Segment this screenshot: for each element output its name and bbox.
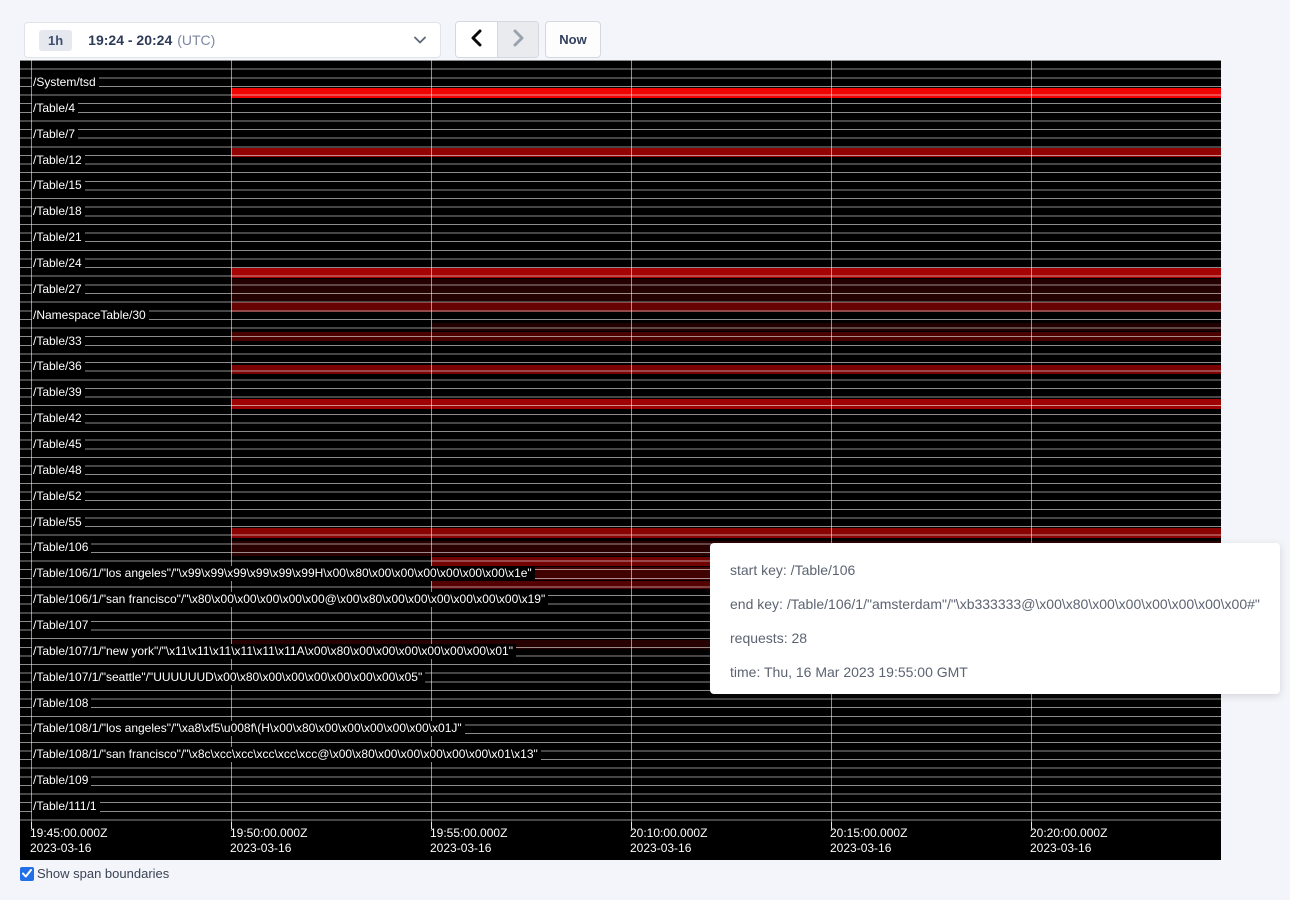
show-span-boundaries-checkbox[interactable] (20, 867, 34, 881)
tick-time: 20:20:00.000Z (1030, 826, 1107, 840)
hot-range-band[interactable] (231, 528, 1221, 538)
key-label: /Table/55 (32, 515, 85, 530)
range-timezone: (UTC) (177, 32, 215, 48)
key-label: /Table/107/1/"new york"/"\x11\x11\x11\x1… (32, 644, 516, 659)
axis-tick-label: 20:15:00.000Z2023-03-16 (830, 826, 907, 856)
tooltip-line: end key: /Table/106/1/"amsterdam"/"\xb33… (730, 587, 1260, 621)
key-label: /Table/42 (32, 411, 85, 426)
tick-time: 19:50:00.000Z (230, 826, 307, 840)
tick-date: 2023-03-16 (1030, 841, 1107, 856)
key-label: /Table/4 (32, 101, 78, 116)
key-label: /Table/109 (32, 773, 91, 788)
tick-date: 2023-03-16 (830, 841, 907, 856)
hot-range-band[interactable] (231, 332, 1221, 341)
key-label: /Table/106/1/"los angeles"/"\x99\x99\x99… (32, 566, 535, 581)
key-label: /Table/48 (32, 463, 85, 478)
key-label: /Table/108/1/"san francisco"/"\x8c\xcc\x… (32, 747, 541, 762)
tick-time: 20:15:00.000Z (830, 826, 907, 840)
span-boundaries-control: Show span boundaries (20, 866, 169, 881)
hot-range-band[interactable] (231, 365, 1221, 374)
key-label: /Table/24 (32, 256, 85, 271)
tick-time: 20:10:00.000Z (630, 826, 707, 840)
tooltip-line: time: Thu, 16 Mar 2023 19:55:00 GMT (730, 655, 1260, 689)
key-label: /Table/45 (32, 437, 85, 452)
key-label: /Table/12 (32, 153, 85, 168)
key-label: /Table/111/1 (32, 799, 100, 814)
range-text: 19:24 - 20:24 (88, 32, 172, 48)
axis-tick-label: 19:55:00.000Z2023-03-16 (430, 826, 507, 856)
time-gridline (1031, 60, 1032, 822)
hot-range-band[interactable] (231, 279, 1221, 301)
key-label: /Table/106 (32, 540, 91, 555)
now-button[interactable]: Now (545, 21, 601, 58)
key-label: /Table/108 (32, 696, 91, 711)
show-span-boundaries-label[interactable]: Show span boundaries (37, 866, 169, 881)
hot-range-band[interactable] (231, 399, 1221, 409)
chevron-left-icon (470, 29, 483, 50)
tick-date: 2023-03-16 (230, 841, 307, 856)
range-duration-badge: 1h (39, 30, 72, 51)
hot-range-band[interactable] (431, 323, 1221, 331)
key-label: /Table/18 (32, 204, 85, 219)
checkmark-icon (22, 865, 32, 883)
hot-range-band[interactable] (231, 302, 1221, 312)
key-label: /Table/106/1/"san francisco"/"\x80\x00\x… (32, 592, 548, 607)
axis-tick-label: 20:20:00.000Z2023-03-16 (1030, 826, 1107, 856)
key-label: /Table/33 (32, 334, 85, 349)
axis-tick-label: 19:50:00.000Z2023-03-16 (230, 826, 307, 856)
span-boundary-lines (20, 60, 1221, 822)
tooltip-line: start key: /Table/106 (730, 553, 1260, 587)
key-label: /Table/52 (32, 489, 85, 504)
key-label: /Table/21 (32, 230, 85, 245)
key-label: /Table/107 (32, 618, 91, 633)
axis-tick-label: 19:45:00.000Z2023-03-16 (30, 826, 107, 856)
key-label: /Table/36 (32, 359, 85, 374)
chevron-right-icon (512, 29, 525, 50)
time-gridline (431, 60, 432, 822)
time-range-selector[interactable]: 1h 19:24 - 20:24 (UTC) (24, 22, 441, 58)
key-label: /Table/15 (32, 178, 85, 193)
time-gridline (631, 60, 632, 822)
tick-time: 19:55:00.000Z (430, 826, 507, 840)
hot-range-band[interactable] (231, 88, 1221, 98)
tick-date: 2023-03-16 (630, 841, 707, 856)
heatmap-plot-area[interactable]: /System/tsd/Table/4/Table/7/Table/12/Tab… (20, 60, 1221, 822)
hot-range-band[interactable] (231, 268, 1221, 278)
key-label: /System/tsd (32, 75, 99, 90)
tooltip-line: requests: 28 (730, 621, 1260, 655)
key-visualizer-heatmap[interactable]: /System/tsd/Table/4/Table/7/Table/12/Tab… (20, 60, 1221, 860)
chevron-down-icon (414, 36, 426, 44)
key-visualizer-page: 1h 19:24 - 20:24 (UTC) Now /System/tsd/T… (0, 0, 1290, 900)
prev-range-button[interactable] (456, 22, 497, 57)
key-label: /Table/7 (32, 127, 78, 142)
axis-tick-label: 20:10:00.000Z2023-03-16 (630, 826, 707, 856)
tick-date: 2023-03-16 (430, 841, 507, 856)
key-label: /NamespaceTable/30 (32, 308, 149, 323)
key-label: /Table/39 (32, 385, 85, 400)
time-nav-group (455, 21, 539, 58)
time-gridline (231, 60, 232, 822)
tick-date: 2023-03-16 (30, 841, 107, 856)
tick-time: 19:45:00.000Z (30, 826, 107, 840)
key-label: /Table/108/1/"los angeles"/"\xa8\xf5\u00… (32, 721, 465, 736)
key-label: /Table/27 (32, 282, 85, 297)
key-label: /Table/107/1/"seattle"/"UUUUUUD\x00\x80\… (32, 670, 425, 685)
hot-range-band[interactable] (231, 148, 1221, 157)
range-tooltip: start key: /Table/106end key: /Table/106… (710, 543, 1280, 694)
next-range-button[interactable] (497, 22, 538, 57)
time-gridline (831, 60, 832, 822)
